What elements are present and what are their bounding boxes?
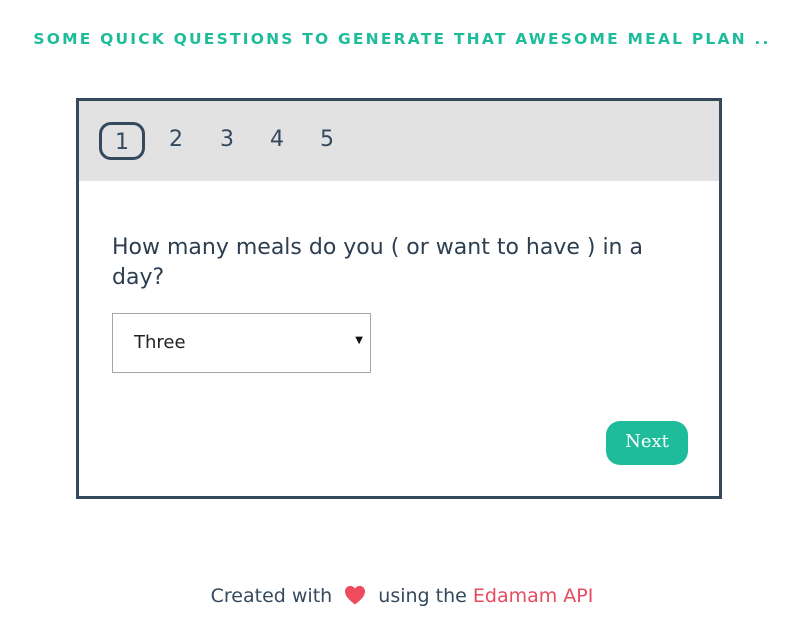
step-3[interactable]: 3 xyxy=(205,121,249,159)
page: SOME QUICK QUESTIONS TO GENERATE THAT AW… xyxy=(0,0,804,640)
step-2[interactable]: 2 xyxy=(154,121,198,159)
meals-select-value: Three xyxy=(134,332,186,353)
next-button[interactable]: Next xyxy=(606,421,688,465)
step-5[interactable]: 5 xyxy=(305,121,349,159)
heart-icon xyxy=(345,585,366,605)
step-1[interactable]: 1 xyxy=(99,122,145,160)
footer-prefix: Created with xyxy=(210,585,333,607)
footer: Created with using the Edamam API xyxy=(0,585,804,607)
step-4[interactable]: 4 xyxy=(255,121,299,159)
caret-down-icon: ▼ xyxy=(355,335,363,346)
edamam-api-link[interactable]: Edamam API xyxy=(473,585,593,607)
meals-select[interactable]: Three ▼ xyxy=(112,313,371,373)
question-text: How many meals do you ( or want to have … xyxy=(112,235,643,290)
question-card: 1 2 3 4 5 How many meals do you ( or wan… xyxy=(76,98,722,499)
steps-bar: 1 2 3 4 5 xyxy=(79,101,719,181)
page-headline: SOME QUICK QUESTIONS TO GENERATE THAT AW… xyxy=(33,30,771,48)
footer-middle: using the xyxy=(378,585,467,607)
